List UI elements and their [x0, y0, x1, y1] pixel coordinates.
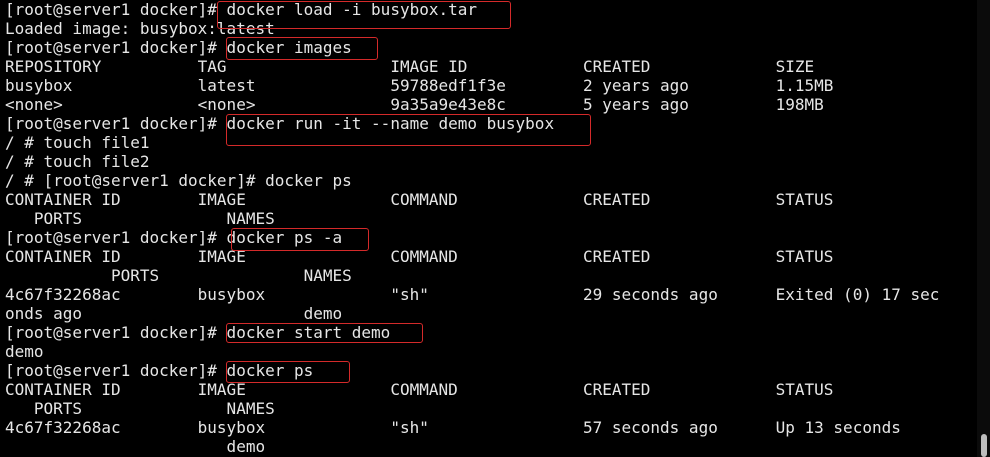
terminal-line: <none> <none> 9a35a9e43e8c 5 years ago 1… — [5, 95, 824, 114]
terminal-line: 4c67f32268ac busybox "sh" 57 seconds ago… — [5, 418, 901, 437]
terminal-line: / # [root@server1 docker]# docker ps — [5, 171, 352, 190]
terminal-line: demo — [5, 437, 266, 456]
terminal-line: CONTAINER ID IMAGE COMMAND CREATED STATU… — [5, 247, 834, 266]
terminal-line: [root@server1 docker]# docker images — [5, 38, 352, 57]
terminal-line: CONTAINER ID IMAGE COMMAND CREATED STATU… — [5, 380, 834, 399]
vertical-scrollbar[interactable] — [977, 0, 990, 457]
terminal-line: PORTS NAMES — [5, 266, 352, 285]
terminal-line: REPOSITORY TAG IMAGE ID CREATED SIZE — [5, 57, 815, 76]
scrollbar-thumb[interactable] — [981, 434, 987, 457]
terminal-line: PORTS NAMES — [5, 209, 275, 228]
terminal-output: [root@server1 docker]# docker load -i bu… — [5, 0, 975, 456]
terminal-line: [root@server1 docker]# docker ps — [5, 361, 314, 380]
terminal-line: onds ago demo — [5, 304, 343, 323]
terminal-line: [root@server1 docker]# docker load -i bu… — [5, 0, 478, 19]
terminal-line: / # touch file1 — [5, 133, 150, 152]
terminal-line: PORTS NAMES — [5, 399, 275, 418]
terminal-line: Loaded image: busybox:latest — [5, 19, 275, 38]
terminal-line: demo — [5, 342, 44, 361]
terminal-line: / # touch file2 — [5, 152, 150, 171]
terminal-window[interactable]: [root@server1 docker]# docker load -i bu… — [0, 0, 990, 457]
terminal-line: busybox latest 59788edf1f3e 2 years ago … — [5, 76, 834, 95]
terminal-line: [root@server1 docker]# docker run -it --… — [5, 114, 555, 133]
terminal-line: [root@server1 docker]# docker start demo — [5, 323, 391, 342]
terminal-line: 4c67f32268ac busybox "sh" 29 seconds ago… — [5, 285, 940, 304]
terminal-line: CONTAINER ID IMAGE COMMAND CREATED STATU… — [5, 190, 834, 209]
terminal-line: [root@server1 docker]# docker ps -a — [5, 228, 343, 247]
